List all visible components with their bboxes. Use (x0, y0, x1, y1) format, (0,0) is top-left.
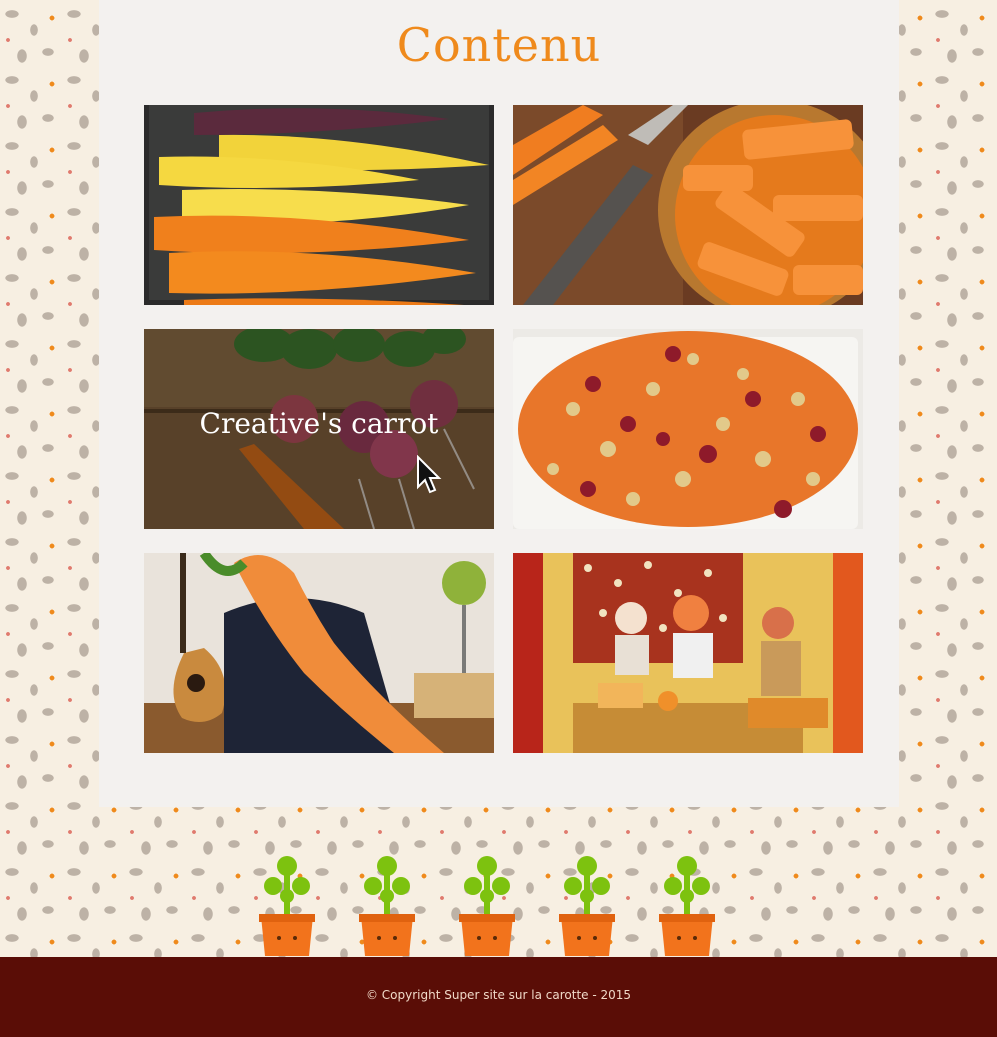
paper-dolls-photo-icon (513, 553, 863, 753)
carrot-pot-icon (359, 856, 415, 956)
copyright-text: © Copyright Super site sur la carotte - … (365, 988, 632, 1002)
content-panel: Contenu Creative's carrot (99, 0, 899, 807)
salad-photo-icon (513, 329, 863, 529)
carrots-photo-icon (144, 105, 494, 305)
gallery-tile-3[interactable]: Creative's carrot (144, 329, 494, 529)
carrot-pot-icon (259, 856, 315, 956)
gallery-tile-1[interactable] (144, 105, 494, 305)
carrot-pot-icon (659, 856, 715, 956)
sliced-carrots-photo-icon (513, 105, 863, 305)
gallery-tile-2[interactable] (513, 105, 863, 305)
gallery-tile-4[interactable] (513, 329, 863, 529)
tile-hover-overlay: Creative's carrot (144, 329, 494, 529)
mouse-cursor-icon (417, 455, 442, 494)
tile-caption: Creative's carrot (199, 406, 439, 440)
footer: © Copyright Super site sur la carotte - … (0, 957, 997, 1037)
page-title: Contenu (396, 18, 602, 72)
carrot-pots-decoration (250, 852, 730, 958)
gallery-tile-6[interactable] (513, 553, 863, 753)
gallery-tile-5[interactable] (144, 553, 494, 753)
carrot-pot-icon (459, 856, 515, 956)
carrot-pot-icon (559, 856, 615, 956)
plush-carrot-photo-icon (144, 553, 494, 753)
